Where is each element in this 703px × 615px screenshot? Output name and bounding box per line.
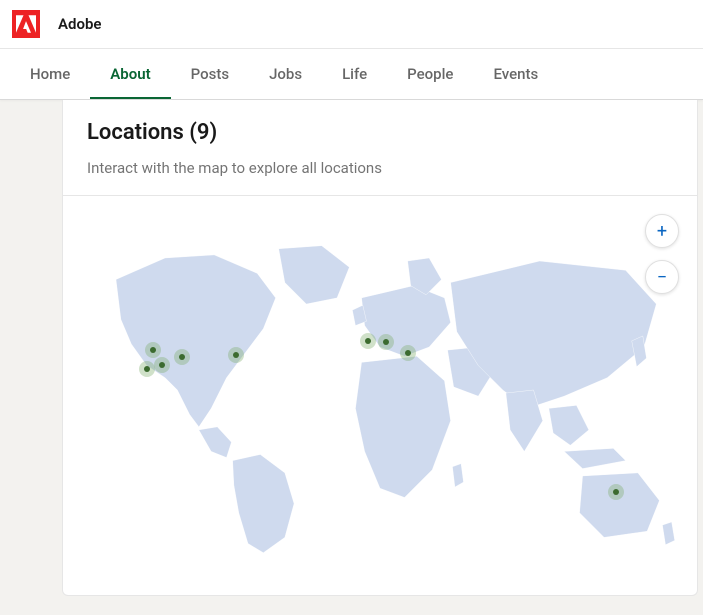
location-pin[interactable] — [378, 334, 394, 350]
location-pin[interactable] — [139, 361, 155, 377]
location-pin[interactable] — [360, 333, 376, 349]
plus-icon: + — [657, 221, 667, 242]
locations-card-header: Locations (9) Interact with the map to e… — [63, 100, 697, 196]
location-pin[interactable] — [145, 342, 161, 358]
locations-title: Locations (9) — [87, 120, 673, 145]
tab-home[interactable]: Home — [10, 49, 90, 99]
tab-life[interactable]: Life — [322, 49, 387, 99]
zoom-in-button[interactable]: + — [645, 214, 679, 248]
location-pin[interactable] — [174, 349, 190, 365]
tab-people[interactable]: People — [387, 49, 473, 99]
location-pin[interactable] — [154, 357, 170, 373]
locations-card: Locations (9) Interact with the map to e… — [62, 100, 698, 596]
tab-events[interactable]: Events — [473, 49, 558, 99]
tab-about[interactable]: About — [90, 49, 170, 99]
location-pin[interactable] — [400, 345, 416, 361]
world-map-graphic — [73, 214, 687, 566]
minus-icon: − — [657, 267, 667, 288]
zoom-out-button[interactable]: − — [645, 260, 679, 294]
location-pin[interactable] — [608, 484, 624, 500]
company-header: Adobe — [0, 0, 703, 49]
location-pin[interactable] — [228, 347, 244, 363]
locations-map[interactable]: + − — [63, 196, 697, 576]
map-zoom-controls: + − — [645, 214, 679, 294]
locations-subtitle: Interact with the map to explore all loc… — [87, 159, 673, 177]
company-name: Adobe — [58, 15, 101, 33]
adobe-logo-icon — [12, 10, 40, 38]
tab-jobs[interactable]: Jobs — [249, 49, 322, 99]
tab-posts[interactable]: Posts — [171, 49, 249, 99]
nav-tabs: Home About Posts Jobs Life People Events — [0, 49, 703, 100]
